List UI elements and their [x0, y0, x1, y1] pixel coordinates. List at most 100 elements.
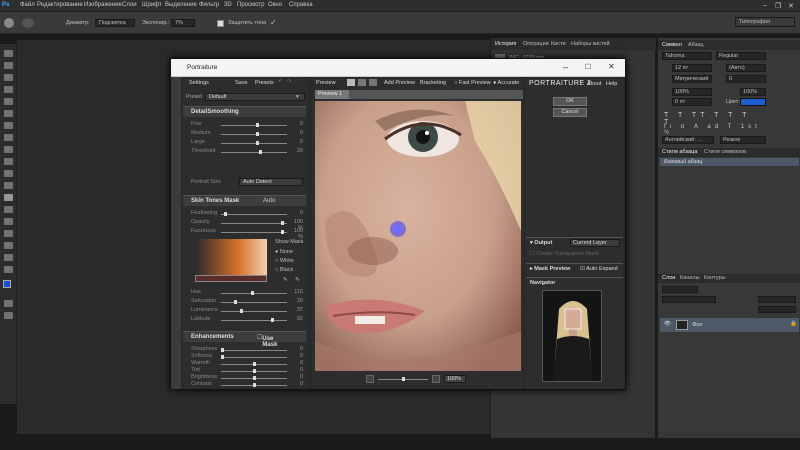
- tab-character-styles[interactable]: Стили символов: [704, 149, 746, 155]
- zoom-in-button[interactable]: [432, 375, 440, 383]
- workspace-select[interactable]: Типография: [735, 17, 795, 27]
- enhancement-value[interactable]: 0: [289, 353, 303, 359]
- skin-color-picker[interactable]: [195, 239, 267, 275]
- font-family-select[interactable]: Tahoma: [662, 52, 712, 60]
- quick-mask-icon[interactable]: [4, 300, 13, 307]
- enhancement-slider[interactable]: [221, 348, 287, 352]
- create-transparent-mask-checkbox[interactable]: ☐ Create Transparent Mask: [530, 251, 599, 257]
- visibility-eye-icon[interactable]: 👁: [664, 321, 671, 327]
- detail-smoothing-slider[interactable]: [221, 132, 287, 136]
- font-size-field[interactable]: 12 пт: [672, 64, 712, 72]
- window-close-icon[interactable]: ✕: [608, 62, 615, 71]
- enhancement-value[interactable]: 0: [289, 367, 303, 373]
- kerning-field[interactable]: Метрический: [672, 75, 712, 83]
- fill-field[interactable]: [758, 306, 796, 313]
- opentype-buttons[interactable]: fi σ A ad T 1st ½: [664, 124, 764, 136]
- window-minimize-icon[interactable]: –: [563, 62, 568, 72]
- lasso-tool-icon[interactable]: [4, 74, 13, 81]
- menu-image[interactable]: Изображение: [84, 2, 122, 8]
- window-titlebar[interactable]: Portraiture – ☐ ✕: [171, 59, 625, 77]
- skin-tones-slider[interactable]: [221, 221, 287, 225]
- enhancement-slider[interactable]: [221, 355, 287, 359]
- presets-button[interactable]: Presets: [255, 80, 274, 86]
- antialias-select[interactable]: Резкое: [720, 136, 766, 144]
- skin-hue-slider[interactable]: [221, 300, 287, 304]
- eraser-tool-icon[interactable]: [4, 170, 13, 177]
- tab-actions[interactable]: Операции: [523, 41, 549, 47]
- exposure-field[interactable]: 7%: [171, 19, 195, 27]
- path-select-tool-icon[interactable]: [4, 230, 13, 237]
- side-view-icon[interactable]: [369, 79, 377, 86]
- tab-brushes[interactable]: Кисти: [551, 41, 566, 47]
- detail-smoothing-slider-knob[interactable]: [259, 150, 262, 154]
- mask-preview-toggle[interactable]: ▸ Mask Preview: [530, 266, 570, 272]
- tab-brush-presets[interactable]: Наборы кистей: [571, 41, 610, 47]
- skin-hue-value[interactable]: 82: [289, 316, 303, 322]
- menu-select[interactable]: Выделение: [165, 2, 197, 8]
- crop-tool-icon[interactable]: [4, 98, 13, 105]
- detail-smoothing-value[interactable]: 0: [289, 130, 303, 136]
- menu-filter[interactable]: Фильтр: [199, 2, 219, 8]
- skin-hue-slider[interactable]: [221, 309, 287, 313]
- skin-tones-slider-knob[interactable]: [281, 221, 284, 225]
- tab-channels[interactable]: Каналы: [680, 275, 700, 281]
- horizontal-scale-field[interactable]: 100%: [740, 88, 766, 96]
- eyedropper-plus-icon[interactable]: ✎: [295, 277, 300, 283]
- tab-character[interactable]: Символ: [662, 42, 682, 48]
- shape-tool-icon[interactable]: [4, 242, 13, 249]
- detail-smoothing-value[interactable]: 0: [289, 139, 303, 145]
- foreground-color-swatch[interactable]: [3, 280, 11, 288]
- detail-smoothing-value[interactable]: 20: [289, 148, 303, 154]
- skin-hue-slider-knob[interactable]: [271, 318, 274, 322]
- zoom-tool-icon[interactable]: [4, 266, 13, 273]
- eyedropper-tool-icon[interactable]: [4, 110, 13, 117]
- language-select[interactable]: Английский: ...: [662, 136, 714, 144]
- font-style-select[interactable]: Regular: [716, 52, 766, 60]
- tab-layers[interactable]: Слои: [662, 275, 675, 281]
- detail-smoothing-slider-knob[interactable]: [256, 123, 259, 127]
- enhancement-slider-knob[interactable]: [221, 355, 224, 359]
- close-icon[interactable]: ✕: [788, 2, 794, 10]
- accurate-radio[interactable]: ● Accurate: [493, 80, 519, 86]
- minimize-icon[interactable]: –: [763, 2, 767, 9]
- tab-paths[interactable]: Контуры: [704, 275, 726, 281]
- tracking-field[interactable]: 0: [726, 75, 766, 83]
- menu-help[interactable]: Справка: [289, 2, 313, 8]
- skin-hue-slider-knob[interactable]: [234, 300, 237, 304]
- menu-type[interactable]: Шрифт: [142, 2, 162, 8]
- move-tool-icon[interactable]: [4, 50, 13, 57]
- preview-image[interactable]: [315, 101, 521, 371]
- screen-mode-icon[interactable]: [4, 312, 13, 319]
- enhancement-slider-knob[interactable]: [253, 369, 256, 373]
- zoom-select[interactable]: 100%: [444, 375, 466, 383]
- pen-tool-icon[interactable]: [4, 206, 13, 213]
- enhancement-slider[interactable]: [221, 369, 287, 373]
- skin-hue-slider-knob[interactable]: [240, 309, 243, 313]
- navigator-thumbnail[interactable]: [542, 290, 602, 382]
- marquee-tool-icon[interactable]: [4, 62, 13, 69]
- layer-row[interactable]: 👁 Фон 🔒: [660, 318, 799, 332]
- blend-mode-select[interactable]: [662, 296, 716, 303]
- auto-expand-checkbox[interactable]: ☑ Auto Expand: [580, 266, 618, 272]
- preset-select[interactable]: Default ▾: [205, 93, 305, 101]
- cancel-button[interactable]: Cancel: [553, 108, 587, 117]
- skin-tones-slider-knob[interactable]: [281, 230, 284, 234]
- skin-tones-slider-knob[interactable]: [224, 212, 227, 216]
- dodge-tool-icon[interactable]: [4, 18, 14, 28]
- menu-layers[interactable]: Слои: [122, 2, 137, 8]
- single-view-icon[interactable]: [347, 79, 355, 86]
- skin-hue-value[interactable]: 37: [289, 307, 303, 313]
- skin-tones-value[interactable]: 0: [289, 210, 303, 216]
- split-view-icon[interactable]: [358, 79, 366, 86]
- detail-smoothing-slider-knob[interactable]: [256, 132, 259, 136]
- show-mask-black[interactable]: ○ Black: [275, 267, 293, 273]
- bracketing-button[interactable]: Bracketing: [420, 80, 446, 86]
- use-mask-checkbox[interactable]: ☐ Use Mask: [257, 334, 277, 348]
- opacity-field[interactable]: [758, 296, 796, 303]
- enhancement-value[interactable]: 0: [289, 346, 303, 352]
- fast-preview-radio[interactable]: ○ Fast Preview: [454, 80, 491, 86]
- skin-tones-slider[interactable]: [221, 230, 287, 234]
- protect-tones-checkbox[interactable]: [217, 20, 224, 27]
- brush-tool-icon[interactable]: [4, 134, 13, 141]
- leading-field[interactable]: (Авто): [726, 64, 766, 72]
